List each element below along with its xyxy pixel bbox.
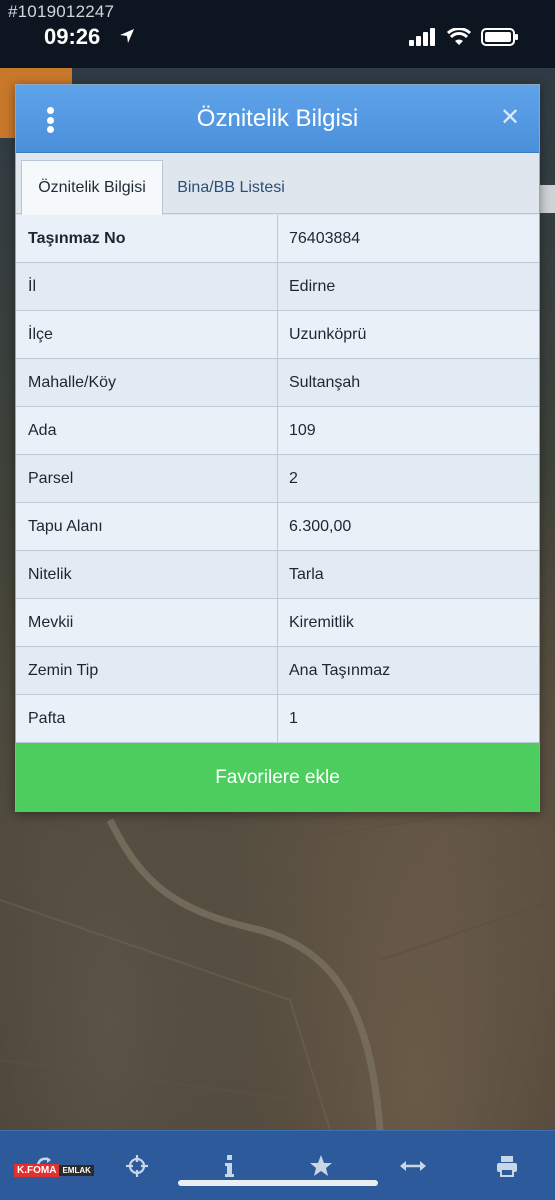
- table-row: Tapu Alanı 6.300,00: [16, 503, 539, 551]
- row-key: Zemin Tip: [16, 647, 278, 694]
- table-row: Zemin Tip Ana Taşınmaz: [16, 647, 539, 695]
- row-key: Taşınmaz No: [16, 215, 278, 262]
- row-value: 109: [289, 421, 316, 439]
- row-key: İlçe: [16, 311, 278, 358]
- home-indicator[interactable]: [178, 1180, 378, 1186]
- table-row: Nitelik Tarla: [16, 551, 539, 599]
- add-to-favorites-button[interactable]: Favorilere ekle: [16, 743, 539, 812]
- table-row: Pafta 1: [16, 695, 539, 743]
- row-key: Mahalle/Köy: [16, 359, 278, 406]
- map-edge-tab[interactable]: [539, 185, 555, 213]
- row-key: Mevkii: [16, 599, 278, 646]
- row-value: Edirne: [289, 277, 336, 295]
- table-row: İl Edirne: [16, 263, 539, 311]
- row-key: Ada: [16, 407, 278, 454]
- measure-arrows-icon[interactable]: [398, 1153, 428, 1179]
- table-row: Mahalle/Köy Sultanşah: [16, 359, 539, 407]
- row-key: İl: [16, 263, 278, 310]
- tab-building-list[interactable]: Bina/BB Listesi: [166, 160, 296, 215]
- dialog-header: Öznitelik Bilgisi ✕: [16, 85, 539, 153]
- row-key: Pafta: [16, 695, 278, 742]
- battery-icon: [481, 28, 518, 46]
- print-icon[interactable]: [492, 1153, 522, 1179]
- row-value: Uzunköprü: [289, 325, 367, 343]
- wifi-icon: [447, 28, 471, 45]
- row-value: 6.300,00: [289, 517, 352, 535]
- row-value: Tarla: [289, 565, 324, 583]
- tab-bar: Öznitelik Bilgisi Bina/BB Listesi: [16, 154, 539, 215]
- table-row: Taşınmaz No 76403884: [16, 215, 539, 263]
- row-value: 76403884: [289, 229, 361, 247]
- status-bar: #1019012247 09:26: [0, 0, 555, 68]
- row-value: Sultanşah: [289, 373, 361, 391]
- row-value: Ana Taşınmaz: [289, 661, 391, 679]
- row-key: Tapu Alanı: [16, 503, 278, 550]
- status-icons: [409, 28, 519, 46]
- crosshair-icon[interactable]: [122, 1153, 152, 1179]
- close-icon[interactable]: ✕: [499, 106, 521, 130]
- row-key: Parsel: [16, 455, 278, 502]
- brand-logo: K.FOMA EMLAK: [14, 1162, 94, 1178]
- attribute-table: Taşınmaz No 76403884 İl Edirne İlçe Uzun…: [16, 215, 539, 743]
- row-value: 2: [289, 469, 298, 487]
- table-row: İlçe Uzunköprü: [16, 311, 539, 359]
- table-row: Mevkii Kiremitlik: [16, 599, 539, 647]
- info-icon[interactable]: [214, 1153, 244, 1179]
- row-value: Kiremitlik: [289, 613, 354, 631]
- signal-icon: [409, 28, 435, 46]
- dialog-title: Öznitelik Bilgisi: [196, 105, 359, 132]
- table-row: Parsel 2: [16, 455, 539, 503]
- row-value: 1: [289, 709, 298, 727]
- tab-attribute-info[interactable]: Öznitelik Bilgisi: [21, 160, 163, 215]
- star-icon[interactable]: [306, 1153, 336, 1179]
- table-row: Ada 109: [16, 407, 539, 455]
- listing-id-watermark: #1019012247: [8, 2, 115, 21]
- clock: 09:26: [44, 24, 101, 49]
- attribute-dialog: Öznitelik Bilgisi ✕ Öznitelik Bilgisi Bi…: [15, 84, 540, 812]
- location-arrow-icon: [120, 29, 134, 43]
- row-key: Nitelik: [16, 551, 278, 598]
